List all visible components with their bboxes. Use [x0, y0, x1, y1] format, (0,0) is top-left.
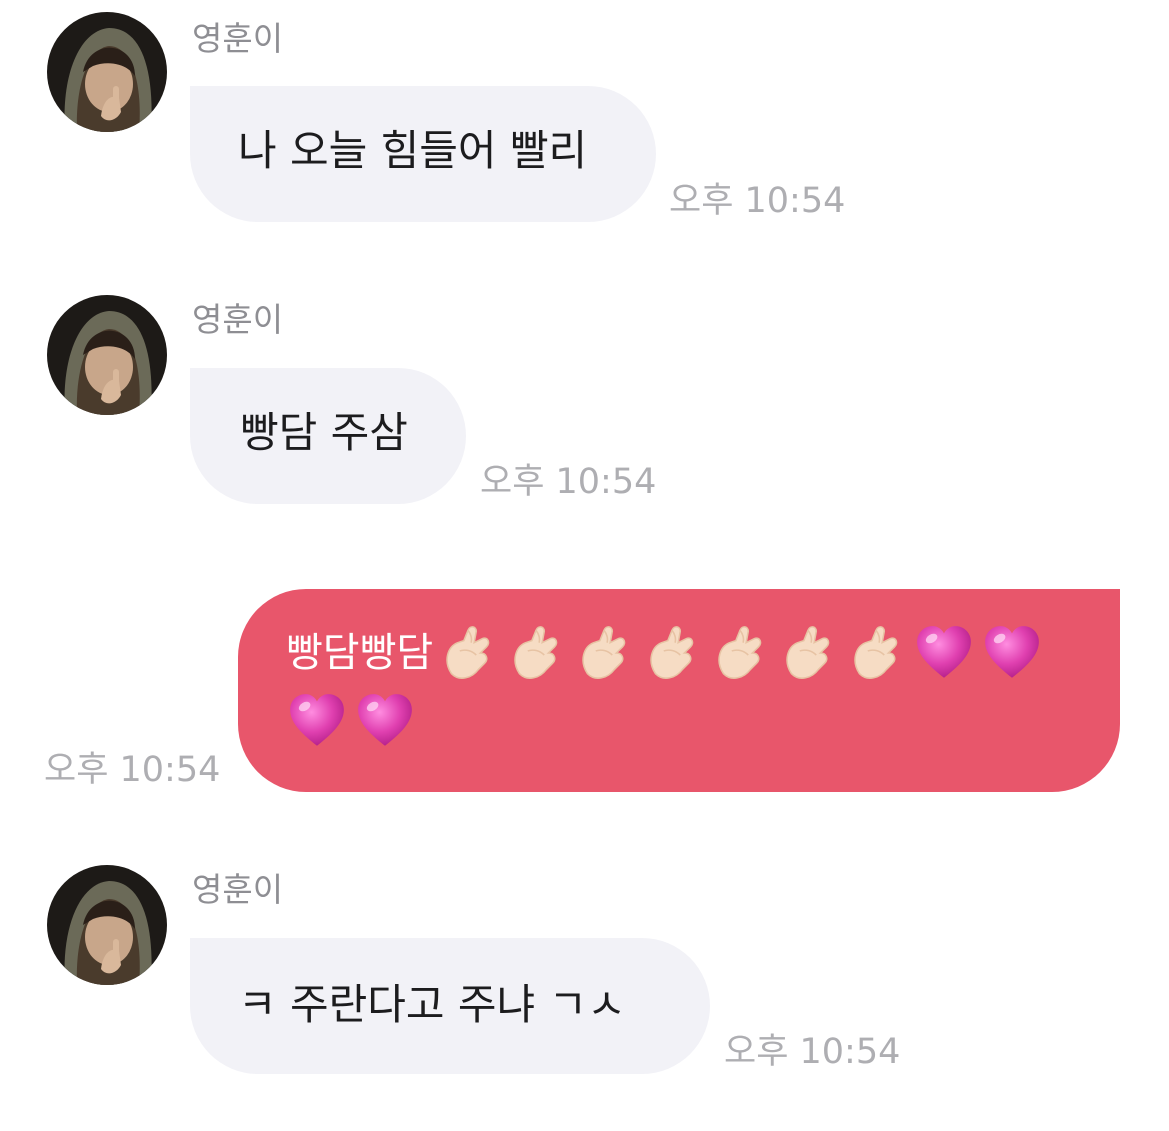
message-line	[286, 687, 1120, 755]
message-text: 나 오늘 힘들어 빨리	[238, 126, 588, 175]
sender-name: 영훈이	[192, 300, 284, 339]
message-text: 빵담빵담	[286, 630, 434, 676]
avatar[interactable]	[47, 12, 167, 132]
message-text: 빵담 주삼	[240, 408, 408, 457]
message-timestamp: 오후 10:54	[44, 750, 221, 790]
sender-name: 영훈이	[192, 870, 284, 909]
heart-emoji-icon	[354, 690, 416, 752]
message-bubble[interactable]: 빵담 주삼	[190, 368, 466, 504]
message-bubble[interactable]: ㅋ 주란다고 주냐 ㄱㅅ	[190, 938, 710, 1074]
message-timestamp: 오후 10:54	[724, 1032, 901, 1072]
message-timestamp: 오후 10:54	[669, 181, 846, 221]
finger-heart-emoji-icon	[709, 622, 771, 684]
finger-heart-emoji-icon	[437, 622, 499, 684]
message-timestamp: 오후 10:54	[480, 462, 657, 502]
message-bubble[interactable]: 나 오늘 힘들어 빨리	[190, 86, 656, 222]
sender-name: 영훈이	[192, 19, 284, 58]
heart-emoji-icon	[286, 690, 348, 752]
avatar[interactable]	[47, 295, 167, 415]
finger-heart-emoji-icon	[845, 622, 907, 684]
heart-emoji-icon	[981, 622, 1043, 684]
finger-heart-emoji-icon	[505, 622, 567, 684]
message-line: 빵담빵담	[286, 619, 1120, 687]
message-bubble-outgoing[interactable]: 빵담빵담	[238, 589, 1120, 792]
heart-emoji-icon	[913, 622, 975, 684]
finger-heart-emoji-icon	[573, 622, 635, 684]
finger-heart-emoji-icon	[641, 622, 703, 684]
avatar[interactable]	[47, 865, 167, 985]
message-text: ㅋ 주란다고 주냐 ㄱㅅ	[238, 980, 626, 1029]
finger-heart-emoji-icon	[777, 622, 839, 684]
